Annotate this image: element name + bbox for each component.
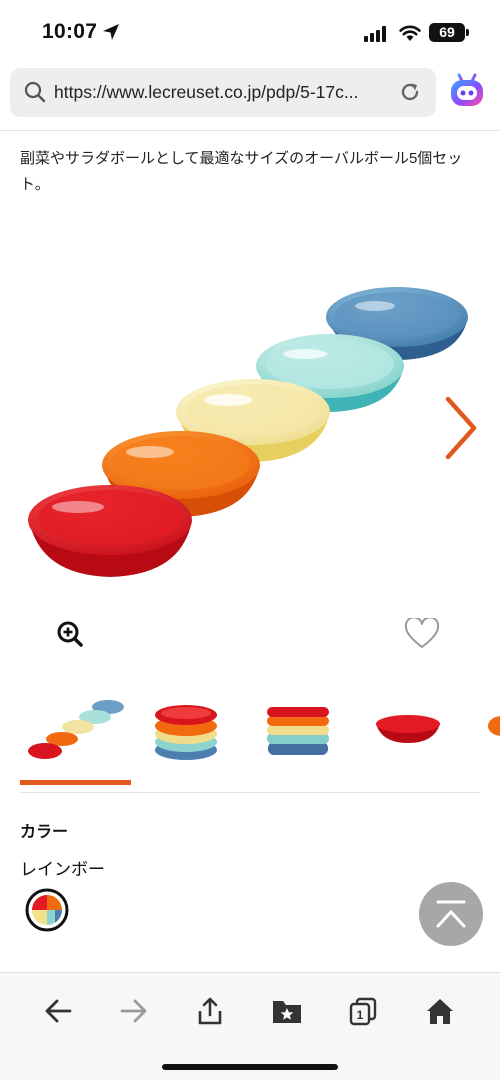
tabs-icon: 1 [349,997,377,1026]
arrow-left-icon [45,999,72,1023]
product-description: 副菜やサラダボールとして最適なサイズのオーバルボール5個セット。 [20,150,463,193]
color-heading: カラー [20,824,69,841]
assistant-bot-icon[interactable] [448,72,486,110]
status-time: 10:07 [42,20,98,43]
location-arrow-icon [103,24,119,40]
zoom-in-icon[interactable] [56,620,84,648]
home-button[interactable] [420,991,460,1031]
header-divider [0,130,500,131]
bookmark-folder-icon [273,1001,301,1023]
home-icon [427,999,453,1024]
selected-color-name: レインボー [20,860,105,879]
chevron-right-icon[interactable] [440,395,480,461]
search-icon [24,81,46,103]
bookmarks-button[interactable] [267,991,307,1031]
battery-tip [466,29,469,36]
home-indicator [162,1064,338,1070]
thumbnail-4[interactable] [372,690,444,780]
back-button[interactable] [38,991,78,1031]
share-icon [198,997,222,1025]
thumbnail-2[interactable] [150,690,222,780]
product-main-image[interactable] [0,270,500,590]
color-swatch-rainbow[interactable] [25,888,69,932]
tab-count: 1 [357,1008,364,1022]
scroll-to-top-button[interactable] [419,882,483,946]
reload-icon[interactable] [398,80,422,104]
address-bar[interactable]: https://www.lecreuset.co.jp/pdp/5-17c... [10,68,436,117]
url-text[interactable]: https://www.lecreuset.co.jp/pdp/5-17c... [54,82,358,103]
scroll-to-top-icon [436,900,466,928]
section-divider [20,792,480,793]
forward-button[interactable] [114,991,154,1031]
arrow-right-icon [120,999,147,1023]
battery-level: 69 [429,23,465,42]
wifi-icon [399,25,421,41]
bowl-red [28,485,192,577]
share-button[interactable] [190,991,230,1031]
thumbnail-strip [0,690,500,790]
signal-icon [364,26,386,42]
thumbnail-5[interactable] [484,690,500,780]
heart-icon[interactable] [404,618,440,650]
active-thumbnail-indicator [20,780,131,785]
thumbnail-1[interactable] [20,690,132,780]
browser-toolbar: 1 [0,972,500,1080]
thumbnail-3[interactable] [262,690,334,780]
status-bar: 10:07 69 [0,0,500,64]
tabs-button[interactable]: 1 [343,991,383,1031]
